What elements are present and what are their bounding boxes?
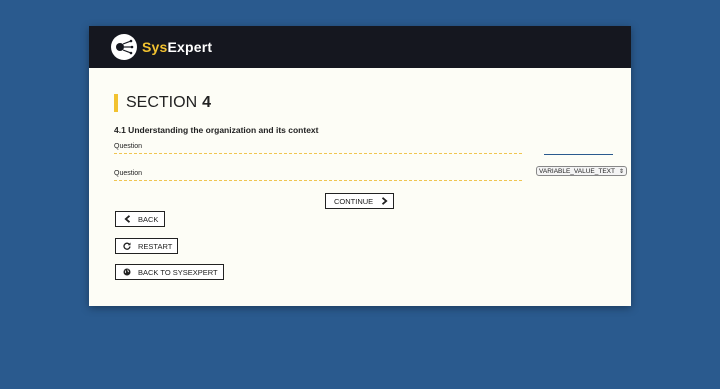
continue-label: CONTINUE [334,196,374,206]
chevron-left-icon [122,215,132,223]
restart-label: RESTART [138,241,173,251]
chevron-right-icon [379,197,389,205]
back-label: BACK [138,214,159,224]
answer-input-1[interactable] [544,154,613,155]
back-to-sysexpert-button[interactable]: BACK TO SYSEXPERT [115,264,224,280]
question-row-1: Question [114,143,522,154]
question-row-2: Question [114,170,522,181]
logo-icon [111,34,137,60]
globe-icon [122,268,132,276]
section-number: 4 [202,94,212,111]
section-subtitle: 4.1 Understanding the organization and i… [114,125,319,135]
question-label: Question [114,143,143,150]
back-to-sysexpert-label: BACK TO SYSEXPERT [138,267,218,277]
select-arrows-icon: ⇕ [618,168,624,175]
answer-select-2[interactable]: VARIABLE_VALUE_TEXT ⇕ [536,166,627,176]
section-title: SECTION 4 [114,94,631,112]
continue-button[interactable]: CONTINUE [325,193,394,209]
brand-name: SysExpert [142,39,213,55]
back-button[interactable]: BACK [115,211,165,227]
content-area: SECTION 4 4.1 Understanding the organiza… [89,94,631,135]
restart-button[interactable]: RESTART [115,238,178,254]
question-label: Question [114,170,143,177]
section-label: SECTION [126,94,198,111]
main-card: SysExpert SECTION 4 4.1 Understanding th… [89,26,631,306]
select-value: VARIABLE_VALUE_TEXT [539,167,615,175]
refresh-icon [122,242,132,250]
header-bar: SysExpert [89,26,631,68]
